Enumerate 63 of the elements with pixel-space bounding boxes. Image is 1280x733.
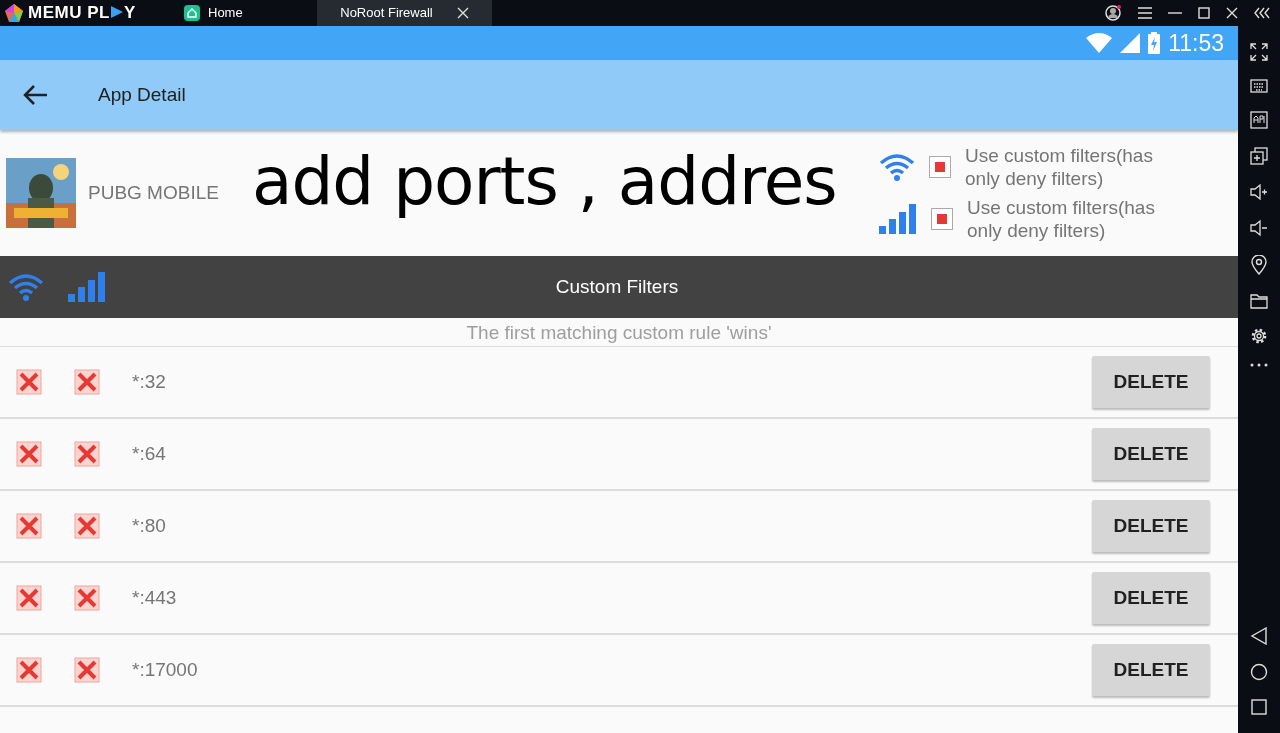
signal-icon	[1120, 33, 1141, 53]
blocked-icon[interactable]	[16, 369, 42, 395]
hint-text: The first matching custom rule 'wins'	[0, 318, 1238, 347]
settings-icon[interactable]	[1250, 327, 1268, 345]
rule-address: *:443	[132, 585, 177, 610]
rule-address: *:80	[132, 513, 166, 538]
blocked-icon[interactable]	[74, 585, 100, 611]
location-icon[interactable]	[1251, 255, 1267, 275]
section-title: Custom Filters	[554, 274, 680, 299]
keyboard-icon[interactable]	[1250, 79, 1268, 93]
apk-icon[interactable]	[1250, 111, 1268, 129]
blocked-icon[interactable]	[74, 513, 100, 539]
home-icon[interactable]	[1250, 663, 1268, 681]
clock-time: 11:53	[1168, 28, 1224, 58]
more-icon[interactable]	[1250, 363, 1268, 367]
rule-address: *:32	[132, 369, 166, 394]
delete-button[interactable]: DELETE	[1092, 572, 1210, 624]
logo-icon	[4, 3, 24, 23]
rule-address: *:17000	[132, 657, 198, 682]
delete-button[interactable]: DELETE	[1092, 500, 1210, 552]
wifi-icon	[1086, 33, 1113, 53]
brand-logo: MEMU PL Y	[28, 2, 136, 25]
blocked-icon[interactable]	[16, 585, 42, 611]
blocked-icon[interactable]	[74, 657, 100, 683]
volume-up-icon[interactable]	[1250, 183, 1268, 201]
delete-button[interactable]: DELETE	[1092, 644, 1210, 696]
collapse-icon[interactable]	[1254, 7, 1272, 19]
blocked-icon[interactable]	[74, 369, 100, 395]
delete-button[interactable]: DELETE	[1092, 356, 1210, 408]
blocked-icon[interactable]	[16, 513, 42, 539]
screen-title: App Detail	[98, 82, 186, 107]
back-arrow-icon[interactable]	[22, 84, 48, 106]
app-name: PUBG MOBILE	[88, 180, 219, 205]
close-icon[interactable]	[456, 7, 469, 19]
menu-icon[interactable]	[1138, 7, 1152, 19]
tab[interactable]: NoRoot Firewall	[317, 0, 492, 26]
home-app-icon	[184, 5, 200, 21]
tab[interactable]: Home	[172, 0, 317, 26]
checkbox-label: Use custom filters(has only deny filters)	[967, 196, 1156, 242]
blocked-icon[interactable]	[16, 657, 42, 683]
account-icon[interactable]	[1104, 4, 1122, 22]
multi-window-icon[interactable]	[1250, 147, 1268, 165]
volume-down-icon[interactable]	[1250, 219, 1268, 237]
wifi-icon	[8, 273, 44, 301]
wifi-icon	[879, 153, 915, 181]
recents-icon[interactable]	[1251, 699, 1267, 715]
blocked-icon[interactable]	[74, 441, 100, 467]
folder-icon[interactable]	[1250, 293, 1268, 309]
checkbox[interactable]	[931, 208, 953, 230]
checkbox-label: Use custom filters(has only deny filters)	[965, 144, 1154, 190]
minimize-icon[interactable]	[1168, 11, 1182, 15]
rule-address: *:64	[132, 441, 166, 466]
back-icon[interactable]	[1250, 627, 1268, 645]
blocked-icon[interactable]	[16, 441, 42, 467]
annotation-text: add ports , addres	[252, 142, 837, 222]
signal-bars-icon	[68, 272, 106, 302]
signal-bars-icon	[879, 204, 917, 234]
maximize-icon[interactable]	[1198, 7, 1210, 19]
battery-icon	[1148, 32, 1161, 54]
fullscreen-icon[interactable]	[1250, 43, 1268, 61]
close-icon[interactable]	[1226, 7, 1238, 19]
checkbox[interactable]	[929, 156, 951, 178]
delete-button[interactable]: DELETE	[1092, 428, 1210, 480]
